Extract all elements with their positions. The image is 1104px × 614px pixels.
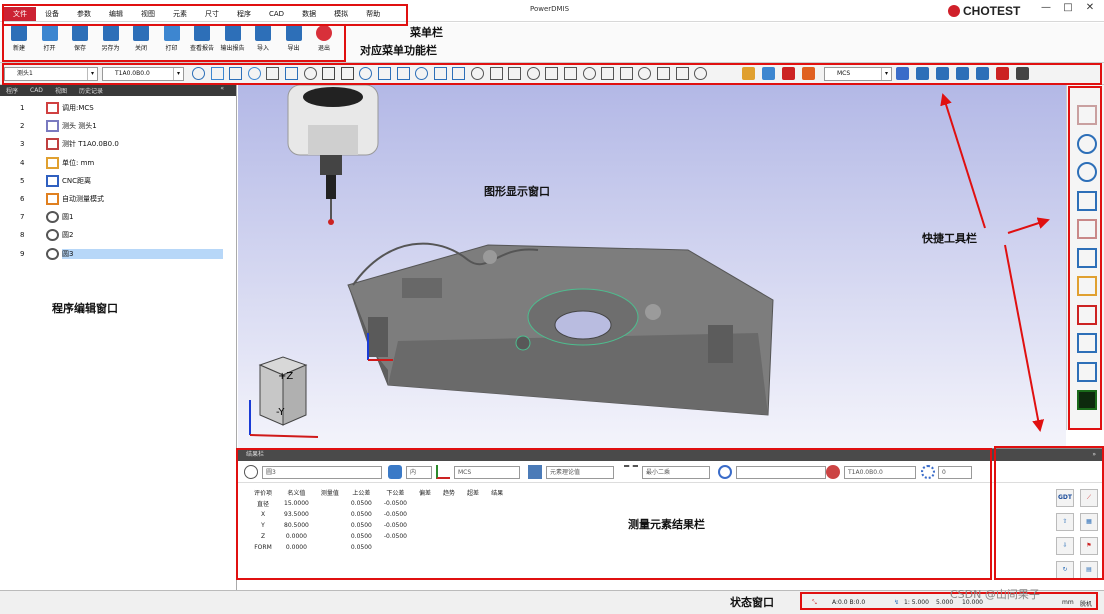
- annotation-ribbon: 对应菜单功能栏: [360, 44, 437, 57]
- row-number: 5: [20, 176, 25, 185]
- program-step-icon: [46, 156, 59, 169]
- program-step-label: CNC距离: [62, 176, 92, 185]
- program-step-icon: [46, 211, 59, 224]
- tab-cad[interactable]: CAD: [24, 87, 49, 94]
- results-side-highlight: [994, 446, 1104, 580]
- panel-tabs: 程序 CAD 视图 历史记录 «: [0, 85, 236, 96]
- row-number: 2: [20, 122, 25, 131]
- collapse-panel-button[interactable]: «: [214, 85, 230, 92]
- annotation-status: 状态窗口: [730, 596, 774, 609]
- close-button[interactable]: ✕: [1079, 2, 1101, 13]
- tab-program[interactable]: 程序: [0, 86, 24, 95]
- quicktools-highlight: [1068, 86, 1102, 430]
- view-cube[interactable]: +Z -Y: [249, 356, 319, 438]
- program-step-icon: [46, 138, 59, 151]
- program-step-label: 圆2: [62, 231, 74, 240]
- row-number: 9: [20, 249, 25, 258]
- ribbon-highlight: [2, 24, 346, 62]
- annotation-menubar: 菜单栏: [410, 26, 443, 39]
- menubar-highlight: [2, 4, 408, 26]
- program-step-label: 圆3: [62, 248, 224, 259]
- row-number: 6: [20, 195, 25, 203]
- tab-history[interactable]: 历史记录: [73, 86, 109, 95]
- cad-scene: +Z -Y: [249, 84, 774, 438]
- program-step-icon: [46, 174, 59, 187]
- program-step-label: 测针 T1A0.0B0.0: [62, 140, 119, 149]
- program-row[interactable]: 3 测针 T1A0.0B0.0: [0, 135, 237, 153]
- row-number: 3: [20, 140, 25, 149]
- logo-mark-icon: [948, 5, 960, 17]
- program-row[interactable]: 2 测头 测头1: [0, 117, 237, 135]
- program-row[interactable]: 5 CNC距离: [0, 172, 237, 190]
- program-step-icon: [46, 102, 59, 114]
- program-row[interactable]: 8 圆2: [0, 226, 237, 244]
- maximize-button[interactable]: □: [1057, 2, 1079, 13]
- annotation-quicktools: 快捷工具栏: [922, 232, 977, 245]
- program-step-icon: [46, 229, 59, 242]
- tab-view[interactable]: 视图: [49, 86, 73, 95]
- annotation-viewport: 图形显示窗口: [484, 185, 550, 198]
- workpiece-model: [347, 242, 774, 416]
- window-controls: — □ ✕: [1035, 2, 1101, 13]
- row-number: 8: [20, 231, 25, 240]
- program-row[interactable]: 9 圆3: [0, 245, 237, 263]
- program-step-label: 圆1: [62, 213, 74, 222]
- program-row[interactable]: 6 自动测量模式: [0, 190, 237, 208]
- program-step-icon: [46, 120, 59, 133]
- program-step-label: 测头 测头1: [62, 122, 97, 131]
- annotation-results: 测量元素结果栏: [628, 518, 705, 531]
- toolbar-highlight: [2, 63, 1102, 85]
- program-step-icon: [46, 193, 59, 205]
- probe-head: [287, 84, 379, 225]
- row-number: 1: [20, 104, 25, 112]
- program-step-label: 自动测量模式: [62, 195, 104, 203]
- program-step-label: 单位: mm: [62, 158, 95, 167]
- chotest-logo: CHOTEST: [948, 4, 1020, 18]
- watermark: CSDN @山间果子: [950, 588, 1040, 601]
- annotation-program: 程序编辑窗口: [52, 302, 118, 315]
- program-row[interactable]: 4 单位: mm: [0, 154, 237, 172]
- viewcube-front-label: -Y: [276, 407, 285, 418]
- program-step-label: 调用:MCS: [62, 104, 94, 112]
- results-highlight: [236, 448, 992, 580]
- viewcube-top-label: +Z: [278, 371, 293, 382]
- program-step-icon: [46, 247, 59, 260]
- program-row[interactable]: 7 圆1: [0, 208, 237, 226]
- row-number: 7: [20, 213, 25, 222]
- row-number: 4: [20, 158, 25, 167]
- program-row[interactable]: 1 调用:MCS: [0, 99, 237, 117]
- app-title: PowerDMIS: [530, 5, 570, 13]
- program-editor-panel: 程序 CAD 视图 历史记录 « 1 调用:MCS 2 测头 测头1 3 测针 T1A0.…: [0, 85, 237, 614]
- graphics-viewport[interactable]: +Z -Y: [238, 84, 1066, 448]
- minimize-button[interactable]: —: [1035, 2, 1057, 13]
- status-highlight: [800, 592, 1098, 610]
